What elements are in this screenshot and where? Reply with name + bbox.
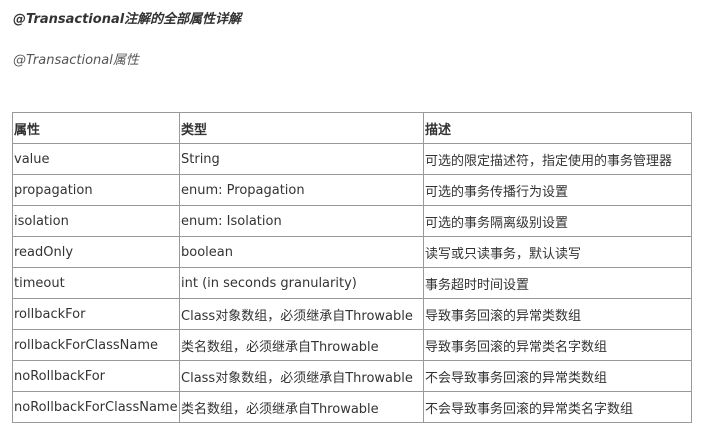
header-type: 类型 bbox=[179, 112, 424, 144]
cell-attribute: noRollbackFor bbox=[12, 360, 180, 392]
table-header-row: 属性 类型 描述 bbox=[12, 112, 692, 144]
table-row: propagation enum: Propagation 可选的事务传播行为设… bbox=[12, 174, 692, 206]
cell-description: 事务超时时间设置 bbox=[423, 267, 692, 299]
cell-attribute: propagation bbox=[12, 174, 180, 206]
cell-description: 不会导致事务回滚的异常类名字数组 bbox=[423, 391, 692, 423]
attributes-table: 属性 类型 描述 value String 可选的限定描述符，指定使用的事务管理… bbox=[12, 112, 692, 423]
page-title: @Transactional注解的全部属性详解 bbox=[13, 12, 242, 27]
cell-attribute: readOnly bbox=[12, 236, 180, 268]
cell-attribute: value bbox=[12, 143, 180, 175]
cell-type: int (in seconds granularity) bbox=[179, 267, 424, 299]
cell-attribute: rollbackForClassName bbox=[12, 329, 180, 361]
cell-type: 类名数组，必须继承自Throwable bbox=[179, 329, 424, 361]
cell-description: 读写或只读事务，默认读写 bbox=[423, 236, 692, 268]
cell-attribute: timeout bbox=[12, 267, 180, 299]
table-row: isolation enum: Isolation 可选的事务隔离级别设置 bbox=[12, 205, 692, 237]
cell-description: 可选的事务隔离级别设置 bbox=[423, 205, 692, 237]
cell-type: enum: Propagation bbox=[179, 174, 424, 206]
table-row: readOnly boolean 读写或只读事务，默认读写 bbox=[12, 236, 692, 268]
cell-attribute: isolation bbox=[12, 205, 180, 237]
table-row: rollbackForClassName 类名数组，必须继承自Throwable… bbox=[12, 329, 692, 361]
table-row: timeout int (in seconds granularity) 事务超… bbox=[12, 267, 692, 299]
section-subtitle: @Transactional属性 bbox=[13, 53, 139, 68]
cell-type: Class对象数组，必须继承自Throwable bbox=[179, 360, 424, 392]
header-attribute: 属性 bbox=[12, 112, 180, 144]
cell-attribute: rollbackFor bbox=[12, 298, 180, 330]
header-description: 描述 bbox=[423, 112, 692, 144]
cell-description: 导致事务回滚的异常类名字数组 bbox=[423, 329, 692, 361]
table-row: rollbackFor Class对象数组，必须继承自Throwable 导致事… bbox=[12, 298, 692, 330]
cell-type: enum: Isolation bbox=[179, 205, 424, 237]
cell-description: 导致事务回滚的异常类数组 bbox=[423, 298, 692, 330]
table-row: value String 可选的限定描述符，指定使用的事务管理器 bbox=[12, 143, 692, 175]
cell-description: 不会导致事务回滚的异常类数组 bbox=[423, 360, 692, 392]
cell-description: 可选的限定描述符，指定使用的事务管理器 bbox=[423, 143, 692, 175]
cell-type: Class对象数组，必须继承自Throwable bbox=[179, 298, 424, 330]
table-row: noRollbackFor Class对象数组，必须继承自Throwable 不… bbox=[12, 360, 692, 392]
cell-type: boolean bbox=[179, 236, 424, 268]
cell-description: 可选的事务传播行为设置 bbox=[423, 174, 692, 206]
cell-type: 类名数组，必须继承自Throwable bbox=[179, 391, 424, 423]
cell-attribute: noRollbackForClassName bbox=[12, 391, 180, 423]
table-row: noRollbackForClassName 类名数组，必须继承自Throwab… bbox=[12, 391, 692, 423]
cell-type: String bbox=[179, 143, 424, 175]
